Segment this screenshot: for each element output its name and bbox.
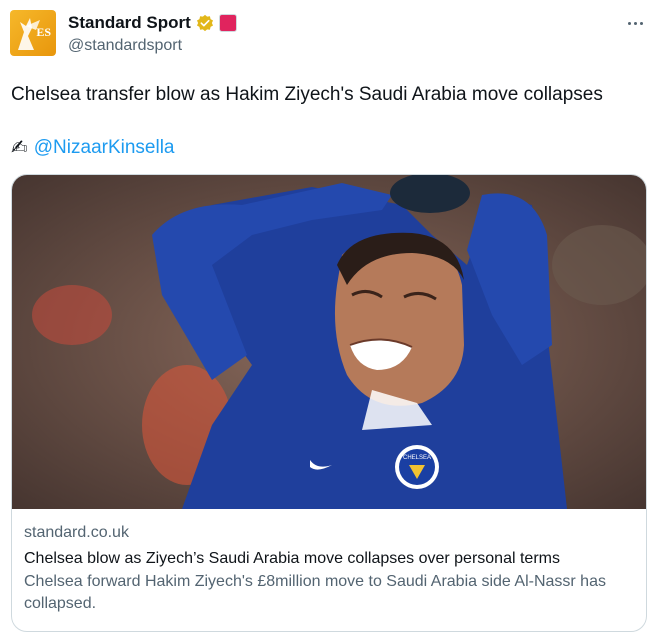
player-photo: CHELSEA xyxy=(12,175,646,509)
verified-badge-icon[interactable] xyxy=(196,14,214,32)
avatar-text: ES xyxy=(36,25,51,39)
club-badge-text: CHELSEA xyxy=(403,455,431,461)
link-card[interactable]: CHELSEA standard.co.uk Chelsea blow as Z… xyxy=(11,174,647,632)
affiliate-badge-icon[interactable] xyxy=(218,14,237,32)
tweet-text: Chelsea transfer blow as Hakim Ziyech's … xyxy=(11,84,603,105)
card-meta: standard.co.uk Chelsea blow as Ziyech’s … xyxy=(24,523,634,615)
avatar[interactable]: ES xyxy=(10,10,56,56)
tweet-header: ES Standard Sport @standardsport xyxy=(10,10,649,60)
name-row: Standard Sport xyxy=(68,13,237,33)
card-title[interactable]: Chelsea blow as Ziyech’s Saudi Arabia mo… xyxy=(24,549,634,569)
display-name[interactable]: Standard Sport xyxy=(68,13,191,33)
handle[interactable]: @standardsport xyxy=(68,37,182,55)
tweet-credit-line: ✍ @NizaarKinsella xyxy=(11,136,175,160)
card-image[interactable]: CHELSEA xyxy=(12,175,646,509)
more-options-icon[interactable] xyxy=(621,14,649,32)
mention-link[interactable]: @NizaarKinsella xyxy=(34,136,175,160)
writing-hand-icon: ✍ xyxy=(11,137,28,159)
card-description: Chelsea forward Hakim Ziyech's £8million… xyxy=(24,573,606,612)
card-domain: standard.co.uk xyxy=(24,524,129,541)
